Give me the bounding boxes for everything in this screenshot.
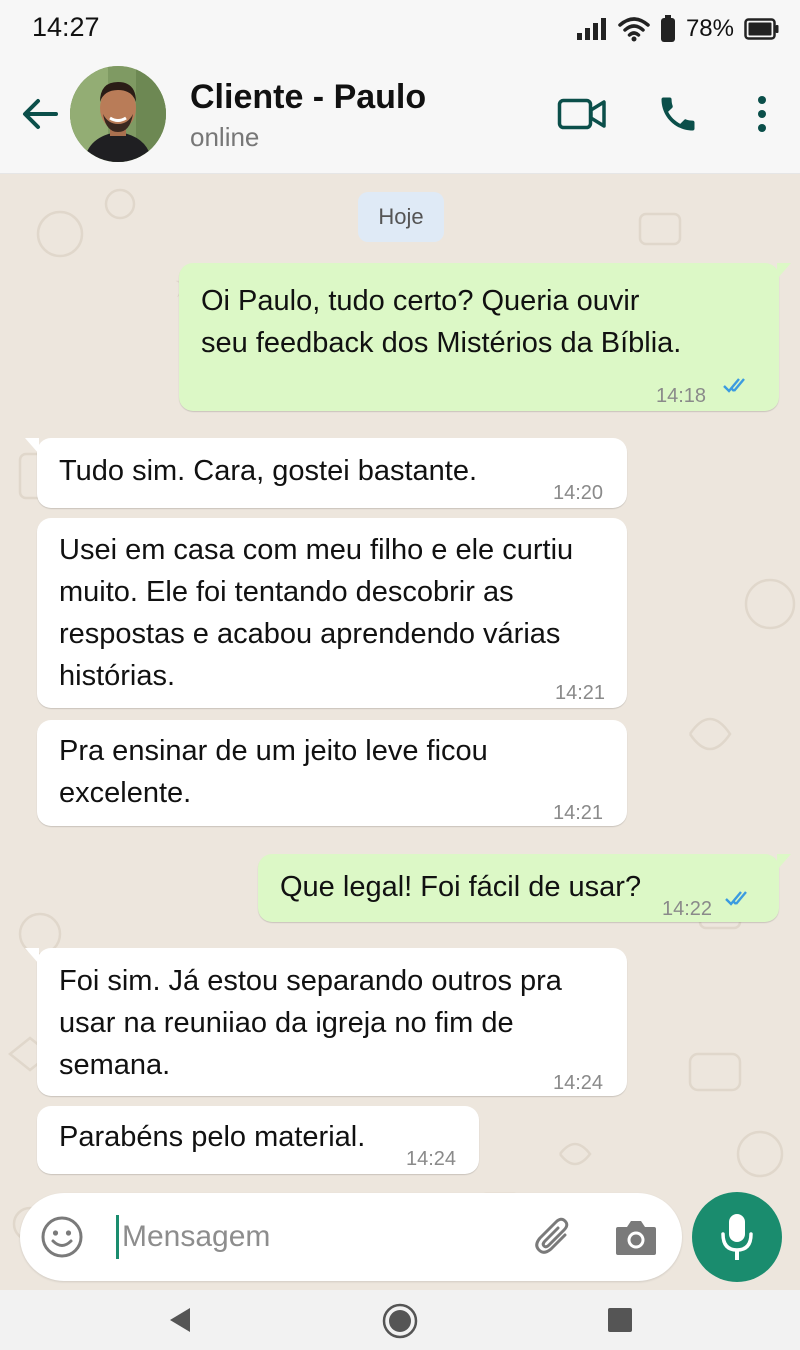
- message-time: 14:24: [406, 1148, 457, 1170]
- message-text: Foi sim. Já estou separando outros pra u…: [59, 965, 562, 1081]
- message-input[interactable]: [122, 1211, 502, 1263]
- avatar[interactable]: [70, 66, 166, 162]
- incoming-message[interactable]: Parabéns pelo material. 14:24: [37, 1106, 479, 1174]
- nav-back-icon[interactable]: [166, 1304, 194, 1341]
- message-text: Parabéns pelo material.: [59, 1121, 366, 1153]
- text-cursor: [116, 1215, 119, 1259]
- nav-recents-icon[interactable]: [606, 1306, 634, 1339]
- battery-small-icon: [660, 15, 676, 43]
- microphone-icon: [721, 1214, 753, 1260]
- read-ticks-icon: [725, 891, 747, 906]
- battery-icon: [744, 18, 780, 40]
- read-ticks-icon: [723, 378, 745, 393]
- wifi-icon: [618, 16, 650, 42]
- incoming-message[interactable]: Tudo sim. Cara, gostei bastante. 14:20: [25, 438, 627, 508]
- more-vert-icon[interactable]: [749, 94, 775, 139]
- message-text: Pra ensinar de um jeito leve ficou excel…: [59, 735, 488, 809]
- contact-status: online: [190, 122, 260, 152]
- status-icons: 78%: [576, 12, 780, 46]
- signal-icon: [576, 17, 608, 41]
- message-time: 14:18: [656, 385, 707, 407]
- message-time: 14:24: [553, 1072, 604, 1094]
- message-text: Usei em casa com meu filho e ele curtiu …: [59, 534, 574, 692]
- message-text: Que legal! Foi fácil de usar?: [280, 871, 642, 903]
- message-time: 14:21: [553, 802, 604, 824]
- date-chip: Hoje: [358, 192, 444, 242]
- contact-name[interactable]: Cliente - Paulo: [190, 78, 426, 117]
- video-call-icon[interactable]: [557, 96, 607, 137]
- outgoing-message[interactable]: Oi Paulo, tudo certo? Queria ouvir seu f…: [179, 263, 791, 411]
- phone-icon[interactable]: [656, 92, 700, 141]
- message-text: Tudo sim. Cara, gostei bastante.: [59, 455, 478, 487]
- incoming-message[interactable]: Usei em casa com meu filho e ele curtiu …: [37, 518, 627, 708]
- chat-header: Cliente - Paulo online: [0, 58, 800, 174]
- emoji-icon[interactable]: [40, 1215, 84, 1264]
- camera-icon[interactable]: [614, 1217, 658, 1262]
- message-time: 14:22: [662, 898, 713, 920]
- system-nav-bar: [0, 1290, 800, 1350]
- chat-area[interactable]: Hoje Oi Paulo, tudo certo? Queria ouvir …: [0, 174, 800, 1290]
- voice-record-button[interactable]: [692, 1192, 782, 1282]
- outgoing-message[interactable]: Que legal! Foi fácil de usar? 14:22: [258, 854, 791, 922]
- incoming-message[interactable]: Pra ensinar de um jeito leve ficou excel…: [37, 720, 627, 826]
- message-input-bar: [20, 1193, 682, 1281]
- nav-home-icon[interactable]: [382, 1303, 418, 1344]
- back-arrow-icon[interactable]: [18, 92, 62, 136]
- message-time: 14:21: [555, 682, 606, 704]
- message-text: Oi Paulo, tudo certo? Queria ouvir seu f…: [201, 285, 682, 359]
- status-bar: 14:27 78%: [0, 0, 800, 58]
- status-time: 14:27: [32, 12, 100, 42]
- message-time: 14:20: [553, 482, 604, 504]
- paperclip-icon[interactable]: [532, 1215, 576, 1264]
- incoming-message[interactable]: Foi sim. Já estou separando outros pra u…: [25, 948, 627, 1096]
- battery-percentage: 78%: [685, 15, 734, 42]
